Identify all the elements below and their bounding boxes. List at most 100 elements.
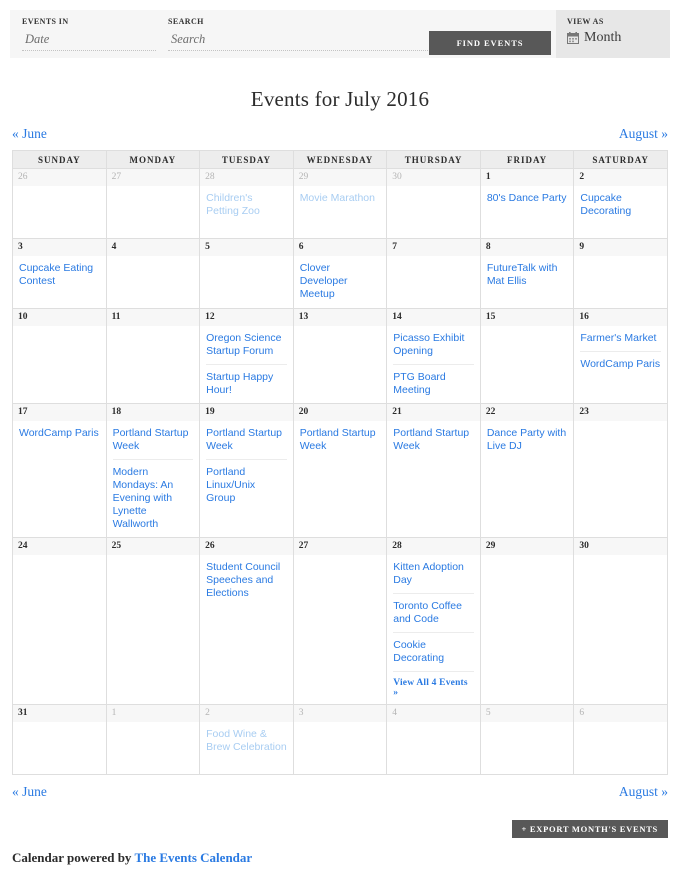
weekday-header-saturday: SATURDAY xyxy=(573,150,668,169)
event-link[interactable]: Portland Startup Week xyxy=(300,421,381,459)
weekday-header-tuesday: TUESDAY xyxy=(199,150,294,169)
calendar-day-cell: 2 Food Wine & Brew Celebration xyxy=(199,704,294,775)
calendar-week-row: 3 Cupcake Eating Contest 4 5 6 Clover Develop… xyxy=(12,238,668,309)
event-link[interactable]: Toronto Coffee and Code xyxy=(393,593,474,632)
view-as-selector[interactable]: VIEW AS Month xyxy=(556,10,670,58)
day-number: 15 xyxy=(480,309,574,326)
event-link[interactable]: Portland Startup Week xyxy=(206,421,287,459)
calendar-day-cell: 28 Children's Petting Zoo xyxy=(199,168,294,239)
day-events-list: Picasso Exhibit Opening PTG Board Meeting xyxy=(387,326,480,403)
event-link[interactable]: Cookie Decorating xyxy=(393,632,474,671)
calendar-day-cell: 20 Portland Startup Week xyxy=(292,403,388,538)
previous-month-link[interactable]: « June xyxy=(12,126,47,142)
day-number: 17 xyxy=(13,404,106,421)
calendar-credit: Calendar powered by The Events Calendar xyxy=(12,850,680,866)
day-number: 20 xyxy=(293,404,387,421)
event-link[interactable]: Movie Marathon xyxy=(300,186,381,211)
the-events-calendar-link[interactable]: The Events Calendar xyxy=(134,850,252,865)
event-link[interactable]: Picasso Exhibit Opening xyxy=(393,326,474,364)
event-link[interactable]: Portland Startup Week xyxy=(393,421,474,459)
events-in-label: EVENTS IN xyxy=(22,17,69,26)
day-events-list: Cupcake Decorating xyxy=(574,186,667,224)
day-number: 27 xyxy=(293,538,387,555)
event-link[interactable]: 80's Dance Party xyxy=(487,186,568,211)
search-input[interactable] xyxy=(168,31,456,51)
day-number: 30 xyxy=(387,169,480,186)
calendar-day-cell: 31 xyxy=(12,704,107,775)
next-month-link-bottom[interactable]: August » xyxy=(619,784,668,800)
day-number: 6 xyxy=(574,705,667,722)
day-number: 3 xyxy=(293,705,387,722)
calendar-day-cell: 22 Dance Party with Live DJ xyxy=(479,403,575,538)
event-link[interactable]: Cupcake Decorating xyxy=(580,186,661,224)
event-link[interactable]: Children's Petting Zoo xyxy=(206,186,287,224)
view-all-events-link[interactable]: View All 4 Events » xyxy=(393,671,474,704)
event-link[interactable]: Portland Linux/Unix Group xyxy=(206,459,287,511)
next-month-link[interactable]: August » xyxy=(619,126,668,142)
day-number: 31 xyxy=(13,705,106,722)
event-link[interactable]: Modern Mondays: An Evening with Lynette … xyxy=(112,459,194,537)
day-events-list: WordCamp Paris xyxy=(13,421,106,446)
weekday-header-wednesday: WEDNESDAY xyxy=(292,150,388,169)
calendar-day-cell: 26 xyxy=(12,168,107,239)
events-in-field-group: EVENTS IN xyxy=(10,10,156,58)
month-nav-top: « June August » xyxy=(12,126,668,142)
day-number: 25 xyxy=(106,538,200,555)
calendar-day-cell: 28 Kitten Adoption Day Toronto Coffee and … xyxy=(386,537,481,705)
day-number: 2 xyxy=(200,705,293,722)
event-link[interactable]: FutureTalk with Mat Ellis xyxy=(487,256,568,294)
weekday-header-monday: MONDAY xyxy=(105,150,201,169)
calendar-day-cell: 8 FutureTalk with Mat Ellis xyxy=(479,238,575,309)
events-in-date-input[interactable] xyxy=(22,31,156,51)
event-link[interactable]: Food Wine & Brew Celebration xyxy=(206,722,287,760)
day-number: 11 xyxy=(106,309,200,326)
event-link[interactable]: Student Council Speeches and Elections xyxy=(206,555,287,606)
calendar-week-row: 17 WordCamp Paris 18 Portland Startup Week M… xyxy=(12,403,668,538)
event-link[interactable]: Farmer's Market xyxy=(580,326,661,351)
event-link[interactable]: Kitten Adoption Day xyxy=(393,555,474,593)
event-link[interactable]: Portland Startup Week xyxy=(113,421,194,459)
day-number: 4 xyxy=(106,239,200,256)
day-number: 26 xyxy=(13,169,106,186)
event-link[interactable]: WordCamp Paris xyxy=(19,421,100,446)
export-months-events-button[interactable]: + EXPORT MONTH'S EVENTS xyxy=(511,820,668,838)
calendar-day-cell: 6 Clover Developer Meetup xyxy=(292,238,388,309)
calendar-day-cell: 3 Cupcake Eating Contest xyxy=(12,238,107,309)
calendar-week-row: 31 1 2 Food Wine & Brew Celebration 3 4 5 6 xyxy=(12,704,668,775)
day-events-list: FutureTalk with Mat Ellis xyxy=(481,256,574,294)
event-link[interactable]: Dance Party with Live DJ xyxy=(487,421,568,459)
export-row: + EXPORT MONTH'S EVENTS xyxy=(12,820,668,838)
weekday-header-row: SUNDAY MONDAY TUESDAY WEDNESDAY THURSDAY FRID… xyxy=(12,150,668,169)
view-as-value: Month xyxy=(567,29,670,47)
day-number: 5 xyxy=(200,239,293,256)
event-link[interactable]: Clover Developer Meetup xyxy=(300,256,381,307)
calendar-day-cell: 10 xyxy=(12,308,107,404)
calendar-day-cell: 14 Picasso Exhibit Opening PTG Board Meeti… xyxy=(386,308,481,404)
day-number: 29 xyxy=(480,538,574,555)
calendar-day-cell: 29 xyxy=(479,537,575,705)
calendar-day-cell: 9 xyxy=(573,238,668,309)
day-number: 1 xyxy=(106,705,200,722)
calendar-day-cell: 29 Movie Marathon xyxy=(292,168,388,239)
calendar-week-row: 24 25 26 Student Council Speeches and Elect… xyxy=(12,537,668,705)
event-link[interactable]: WordCamp Paris xyxy=(580,351,661,377)
day-number: 21 xyxy=(387,404,480,421)
view-as-text: Month xyxy=(584,30,622,45)
event-link[interactable]: Cupcake Eating Contest xyxy=(19,256,100,294)
calendar-day-cell: 5 xyxy=(199,238,294,309)
event-link[interactable]: PTG Board Meeting xyxy=(393,364,474,403)
day-number: 12 xyxy=(200,309,293,326)
day-number: 2 xyxy=(574,169,667,186)
search-label: SEARCH xyxy=(168,17,204,26)
day-number: 1 xyxy=(480,169,574,186)
find-events-button[interactable]: FIND EVENTS xyxy=(429,31,551,55)
event-link[interactable]: Startup Happy Hour! xyxy=(206,364,287,403)
previous-month-link-bottom[interactable]: « June xyxy=(12,784,47,800)
calendar-day-cell: 13 xyxy=(292,308,388,404)
day-number: 29 xyxy=(293,169,387,186)
calendar-week-row: 26 27 28 Children's Petting Zoo 29 Movie Mara… xyxy=(12,168,668,239)
calendar-day-cell: 24 xyxy=(12,537,107,705)
calendar-day-cell: 18 Portland Startup Week Modern Mondays: A… xyxy=(105,403,201,538)
day-number: 22 xyxy=(480,404,574,421)
event-link[interactable]: Oregon Science Startup Forum xyxy=(206,326,287,364)
